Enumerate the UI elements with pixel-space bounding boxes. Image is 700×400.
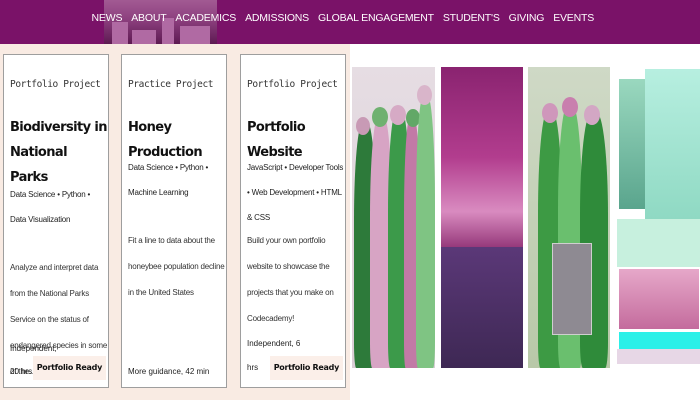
project-tags: Data Science • Python • Data Visualizati… [10,190,91,224]
nav-item-global-engagement[interactable]: GLOBAL ENGAGEMENT [318,12,434,24]
project-card-honey-production[interactable]: Practice Project Honey Production Data S… [121,54,227,388]
mountain-landscape-photo[interactable] [441,67,523,368]
project-title: Biodiversity in National Parks [10,120,107,185]
project-tags: JavaScript • Developer Tools • Web Devel… [247,163,344,222]
project-description: Build your own portfolio website to show… [247,236,334,323]
cyan-banner-strip [619,332,700,349]
nav-item-academics[interactable]: ACADEMICS [175,12,236,24]
project-type-label: Portfolio Project [10,79,101,90]
project-type-label: Practice Project [128,79,214,90]
photo-gallery [352,67,700,370]
project-card-portfolio-website[interactable]: Portfolio Project Portfolio Website Java… [240,54,346,388]
students-laptop-photo[interactable] [528,67,610,368]
project-card-biodiversity[interactable]: Portfolio Project Biodiversity in Nation… [3,54,109,388]
project-time: More guidance, 42 min [128,367,210,376]
nav-item-admissions[interactable]: ADMISSIONS [245,12,309,24]
project-description: Fit a line to data about the honeybee po… [128,236,225,297]
portfolio-ready-badge: Portfolio Ready [269,356,343,380]
project-type-label: Portfolio Project [247,79,338,90]
students-group-photo[interactable] [352,67,435,368]
project-cards-section: Portfolio Project Biodiversity in Nation… [0,44,350,400]
app-interface-photo[interactable] [615,69,700,366]
top-navigation-bar: NEWS ABOUT ACADEMICS ADMISSIONS GLOBAL E… [0,0,700,44]
main-nav: NEWS ABOUT ACADEMICS ADMISSIONS GLOBAL E… [92,12,595,24]
nav-item-students[interactable]: STUDENT'S [443,12,500,24]
nav-item-giving[interactable]: GIVING [509,12,545,24]
project-tags: Data Science • Python • Machine Learning [128,163,209,197]
nav-item-news[interactable]: NEWS [92,12,123,24]
portfolio-ready-badge: Portfolio Ready [32,356,106,380]
nav-item-events[interactable]: EVENTS [553,12,594,24]
nav-item-about[interactable]: ABOUT [131,12,166,24]
